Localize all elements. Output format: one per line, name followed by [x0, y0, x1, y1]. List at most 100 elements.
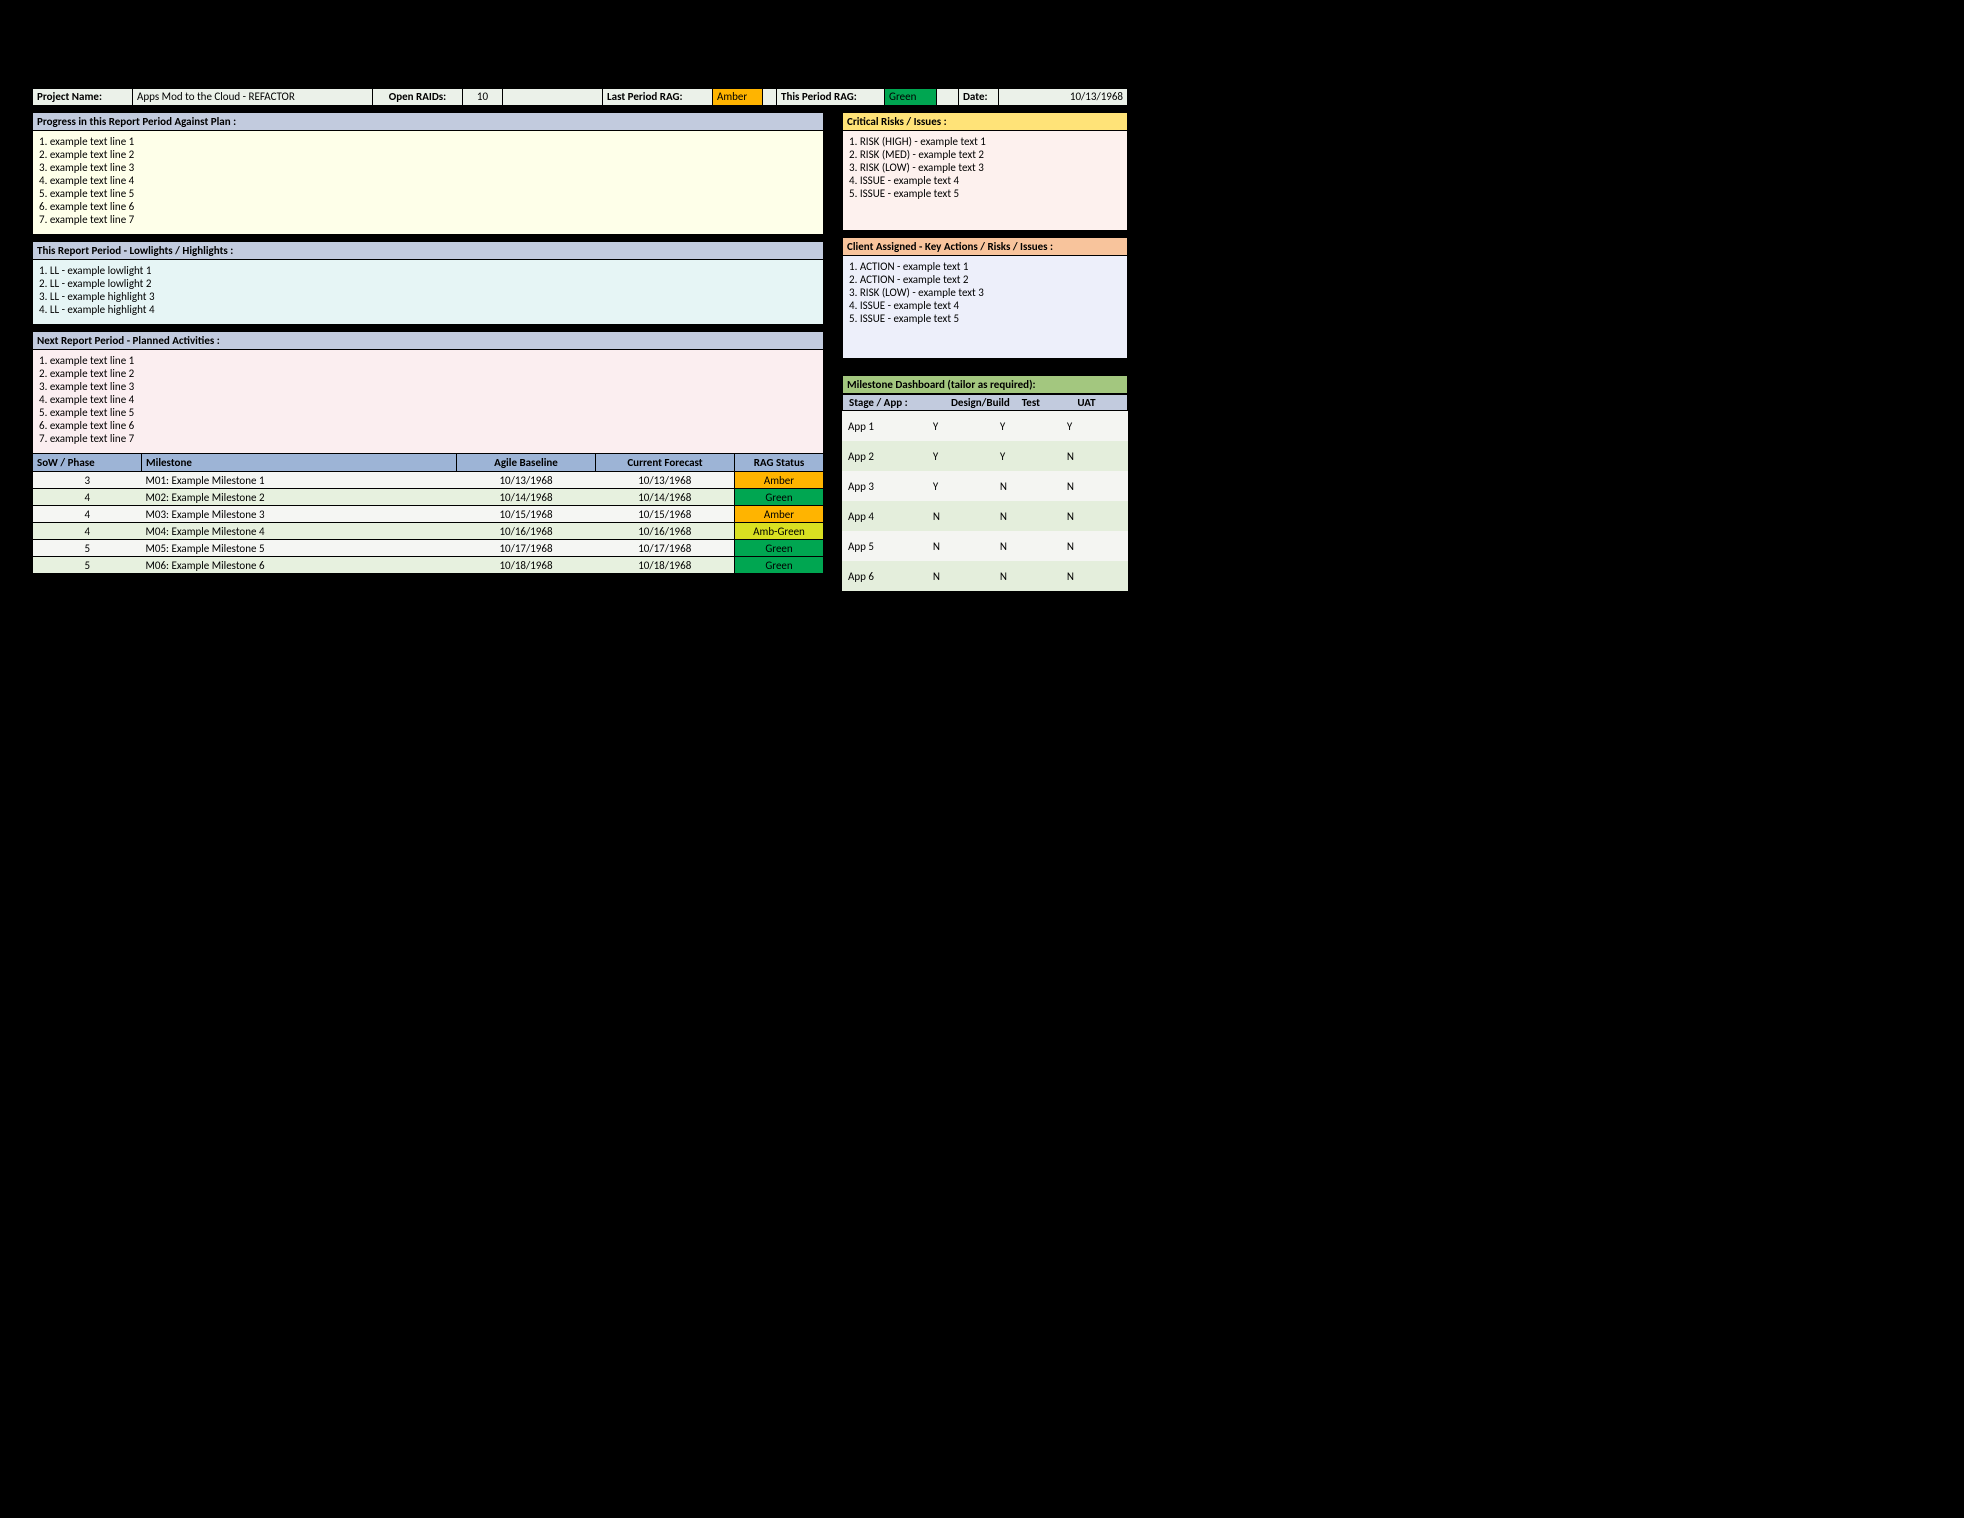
mil-name: M02: Example Milestone 2 — [142, 489, 457, 506]
mil-rag: Amber — [735, 472, 824, 489]
planned-header: Next Report Period - Planned Activities … — [32, 331, 824, 350]
lowhigh-line: 3. LL - example highlight 3 — [39, 290, 817, 303]
milestone-row: 5M06: Example Milestone 610/18/196810/18… — [33, 557, 824, 574]
open-raids-value: 10 — [463, 89, 503, 105]
dashboard-row: App 4NNN — [842, 501, 1128, 531]
mil-forecast: 10/15/1968 — [596, 506, 735, 523]
mil-th-sow: SoW / Phase — [33, 454, 142, 472]
dashboard-row: App 2YYN — [842, 441, 1128, 471]
mil-forecast: 10/16/1968 — [596, 523, 735, 540]
risk-line: 1. RISK (HIGH) - example text 1 — [849, 135, 1121, 148]
milestone-row: 5M05: Example Milestone 510/17/196810/17… — [33, 540, 824, 557]
dash-th-design: Design/Build — [945, 395, 1016, 410]
mil-name: M06: Example Milestone 6 — [142, 557, 457, 574]
progress-line: 5. example text line 5 — [39, 187, 817, 200]
mil-baseline: 10/18/1968 — [457, 557, 596, 574]
open-raids-label: Open RAIDs: — [373, 89, 463, 105]
dash-design: Y — [927, 471, 994, 501]
mil-sow: 3 — [33, 472, 142, 489]
milestone-table: SoW / Phase Milestone Agile Baseline Cur… — [32, 453, 824, 574]
mil-rag: Green — [735, 557, 824, 574]
dash-test: N — [994, 471, 1061, 501]
dash-th-uat: UAT — [1071, 395, 1127, 410]
mil-baseline: 10/13/1968 — [457, 472, 596, 489]
milestone-row: 4M03: Example Milestone 310/15/196810/15… — [33, 506, 824, 523]
progress-box: 1. example text line 1 2. example text l… — [32, 131, 824, 235]
mil-name: M04: Example Milestone 4 — [142, 523, 457, 540]
mil-baseline: 10/17/1968 — [457, 540, 596, 557]
client-header: Client Assigned - Key Actions / Risks / … — [842, 237, 1128, 256]
planned-line: 2. example text line 2 — [39, 367, 817, 380]
risk-line: 2. RISK (MED) - example text 2 — [849, 148, 1121, 161]
dash-design: Y — [927, 441, 994, 471]
progress-line: 7. example text line 7 — [39, 213, 817, 226]
date-value: 10/13/1968 — [999, 89, 1127, 105]
dashboard-row: App 3YNN — [842, 471, 1128, 501]
mil-name: M05: Example Milestone 5 — [142, 540, 457, 557]
dash-app: App 2 — [842, 441, 927, 471]
mil-rag: Amber — [735, 506, 824, 523]
progress-line: 1. example text line 1 — [39, 135, 817, 148]
this-rag-value: Green — [885, 89, 937, 105]
report-header-strip: Project Name: Apps Mod to the Cloud - RE… — [32, 88, 1128, 106]
risks-header: Critical Risks / Issues : — [842, 112, 1128, 131]
dash-design: Y — [927, 411, 994, 441]
progress-line: 4. example text line 4 — [39, 174, 817, 187]
project-name-label: Project Name: — [33, 89, 133, 105]
risk-line: 3. RISK (LOW) - example text 3 — [849, 161, 1121, 174]
dash-th-stage: Stage / App : — [843, 395, 945, 410]
client-line: 5. ISSUE - example text 5 — [849, 312, 1121, 325]
dash-test: N — [994, 531, 1061, 561]
mil-rag: Green — [735, 489, 824, 506]
progress-line: 6. example text line 6 — [39, 200, 817, 213]
dash-design: N — [927, 531, 994, 561]
risk-line: 4. ISSUE - example text 4 — [849, 174, 1121, 187]
dash-test: N — [994, 561, 1061, 591]
milestone-row: 4M04: Example Milestone 410/16/196810/16… — [33, 523, 824, 540]
mil-th-base: Agile Baseline — [457, 454, 596, 472]
planned-box: 1. example text line 1 2. example text l… — [32, 350, 824, 453]
risks-box: 1. RISK (HIGH) - example text 1 2. RISK … — [842, 131, 1128, 231]
progress-header: Progress in this Report Period Against P… — [32, 112, 824, 131]
planned-line: 5. example text line 5 — [39, 406, 817, 419]
mil-baseline: 10/14/1968 — [457, 489, 596, 506]
client-box: 1. ACTION - example text 1 2. ACTION - e… — [842, 256, 1128, 359]
dash-app: App 6 — [842, 561, 927, 591]
lowhigh-header: This Report Period - Lowlights / Highlig… — [32, 241, 824, 260]
mil-rag: Green — [735, 540, 824, 557]
dash-test: Y — [994, 441, 1061, 471]
progress-line: 3. example text line 3 — [39, 161, 817, 174]
planned-line: 6. example text line 6 — [39, 419, 817, 432]
milestone-row: 4M02: Example Milestone 210/14/196810/14… — [33, 489, 824, 506]
dashboard-header-row: Stage / App : Design/Build Test UAT — [842, 394, 1128, 411]
this-rag-label: This Period RAG: — [777, 89, 885, 105]
lowhigh-box: 1. LL - example lowlight 1 2. LL - examp… — [32, 260, 824, 325]
mil-sow: 4 — [33, 506, 142, 523]
client-line: 3. RISK (LOW) - example text 3 — [849, 286, 1121, 299]
dash-design: N — [927, 561, 994, 591]
dash-app: App 3 — [842, 471, 927, 501]
dash-app: App 1 — [842, 411, 927, 441]
mil-forecast: 10/14/1968 — [596, 489, 735, 506]
dashboard-table: App 1YYYApp 2YYNApp 3YNNApp 4NNNApp 5NNN… — [842, 411, 1128, 591]
dashboard-row: App 1YYY — [842, 411, 1128, 441]
risk-line: 5. ISSUE - example text 5 — [849, 187, 1121, 200]
mil-th-fcst: Current Forecast — [596, 454, 735, 472]
dash-test: N — [994, 501, 1061, 531]
dashboard-title: Milestone Dashboard (tailor as required)… — [842, 375, 1128, 394]
progress-line: 2. example text line 2 — [39, 148, 817, 161]
dash-uat: N — [1061, 441, 1128, 471]
planned-line: 7. example text line 7 — [39, 432, 817, 445]
mil-forecast: 10/18/1968 — [596, 557, 735, 574]
lowhigh-line: 2. LL - example lowlight 2 — [39, 277, 817, 290]
mil-rag: Amb-Green — [735, 523, 824, 540]
dash-th-test: Test — [1016, 395, 1072, 410]
date-label: Date: — [959, 89, 999, 105]
planned-line: 1. example text line 1 — [39, 354, 817, 367]
mil-th-ms: Milestone — [142, 454, 457, 472]
client-line: 1. ACTION - example text 1 — [849, 260, 1121, 273]
lowhigh-line: 4. LL - example highlight 4 — [39, 303, 817, 316]
mil-forecast: 10/13/1968 — [596, 472, 735, 489]
dashboard-row: App 6NNN — [842, 561, 1128, 591]
mil-baseline: 10/16/1968 — [457, 523, 596, 540]
